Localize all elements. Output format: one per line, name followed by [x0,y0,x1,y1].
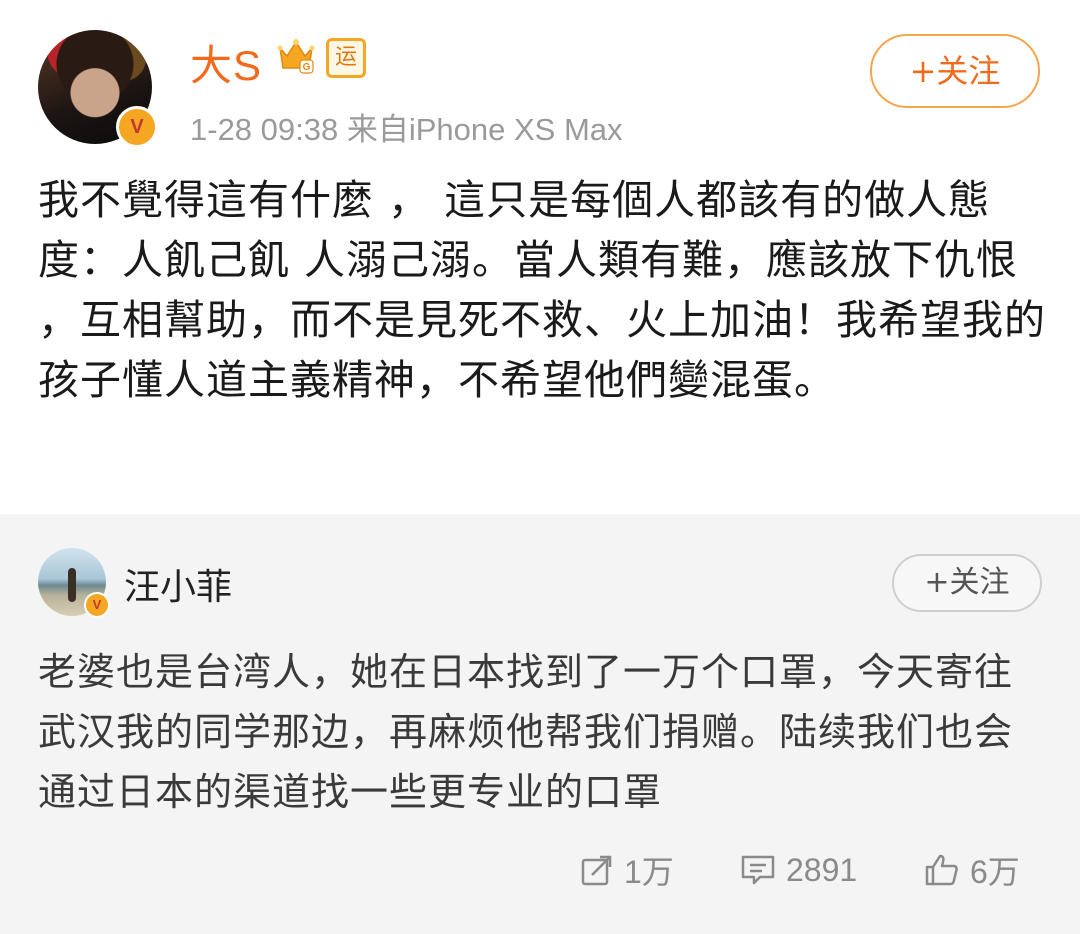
like-button[interactable]: 6万 [924,848,1020,892]
author-name[interactable]: 大S [190,32,262,93]
post-text: 我不覺得這有什麼 ， 這只是每個人都該有的做人態度：人飢己飢 人溺己溺。當人類有… [38,176,1046,404]
verified-badge-icon: V [116,106,158,148]
comment-text: 老婆也是台湾人，她在日本找到了一万个口罩，今天寄往武汉我的同学那边，再麻烦他帮我… [38,650,1014,814]
crown-icon: G [277,39,315,74]
yun-badge-icon: 运 [326,38,366,78]
follow-button[interactable]: +关注 [870,34,1040,108]
repost-count: 1万 [624,854,674,890]
commenter-avatar[interactable]: V [38,548,110,618]
commenter-follow-button[interactable]: +关注 [892,554,1042,612]
like-count: 6万 [970,854,1020,890]
comment-count: 2891 [786,851,858,888]
verified-badge-icon: V [84,592,110,618]
action-bar: 1万 2891 6万 [0,848,1080,892]
repost-button[interactable]: 1万 [580,848,674,892]
like-icon [925,854,958,886]
comment-card: V 汪小菲 +关注 老婆也是台湾人，她在日本找到了一万个口罩，今天寄往武汉我的同… [0,514,1080,934]
post-source: 来自iPhone XS Max [346,112,623,147]
commenter-name[interactable]: 汪小菲 [124,558,232,610]
comment-icon [741,855,775,885]
avatar-figure [68,568,76,602]
post-timestamp: 1-28 09:38 [190,112,339,147]
post-meta: 1-28 09:38 来自iPhone XS Max [190,104,623,149]
comment-button[interactable]: 2891 [740,848,857,892]
repost-icon [581,855,612,886]
main-post: V 大S G 运 1-28 09:38 来自iPhone XS Max +关注 … [0,0,1080,514]
crown-level-label: G [303,62,311,73]
author-avatar[interactable]: V [38,30,158,148]
